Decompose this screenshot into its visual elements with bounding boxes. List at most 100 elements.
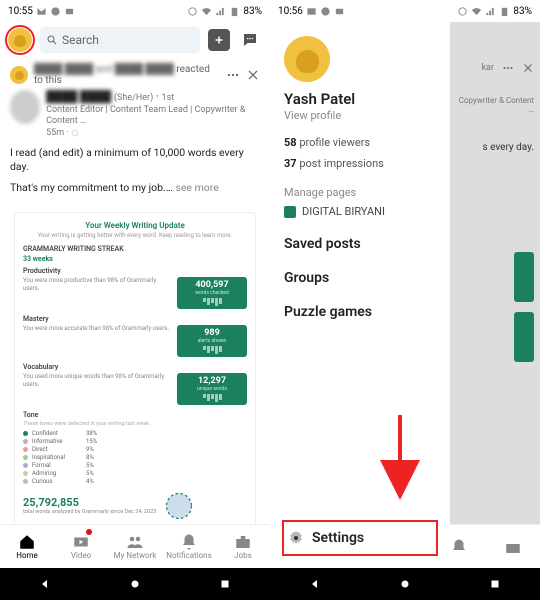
post-text-line2: That's my commitment to my job.… (10, 181, 173, 194)
stat-label: Vocabulary (23, 363, 247, 371)
back-button[interactable] (308, 577, 322, 591)
chat-bubble-icon (241, 31, 259, 49)
back-button[interactable] (38, 577, 52, 591)
streak-value: 33 weeks (23, 255, 247, 263)
search-icon (46, 34, 58, 46)
profile-avatar-button[interactable] (8, 28, 32, 52)
bg-name-frag: kar (481, 63, 494, 73)
tone-row: Inspirational8% (23, 454, 247, 461)
wifi-icon (201, 6, 212, 17)
page-logo-icon (284, 206, 296, 218)
groups-link[interactable]: Groups (284, 270, 436, 286)
briefcase-icon (504, 538, 522, 556)
puzzle-games-link[interactable]: Puzzle games (284, 304, 436, 320)
sync-icon (187, 6, 198, 17)
streak-label: GRAMMARLY WRITING STREAK (23, 245, 247, 253)
tone-label: Tone (23, 411, 247, 419)
nav-video-label: Video (71, 551, 91, 560)
saved-posts-link[interactable]: Saved posts (284, 236, 436, 252)
signal-icon (215, 6, 226, 17)
stat-desc: You were more accurate than 98% of Gramm… (23, 325, 171, 357)
sync-icon (457, 6, 468, 17)
nav-jobs[interactable]: Jobs (216, 525, 270, 568)
author-pronoun: (She/Her) (114, 93, 153, 103)
bell-icon (180, 533, 198, 551)
profile-drawer: Yash Patel View profile 58 profile viewe… (270, 22, 450, 568)
author-name[interactable]: ████ ████ (46, 90, 111, 103)
bg-role: Copywriter & Content … (456, 96, 534, 114)
reaction-notification[interactable]: ████ ████ and ████ ████ reacted to this … (0, 58, 270, 208)
compose-button[interactable] (208, 29, 230, 51)
clock: 10:55 (8, 6, 33, 17)
profile-viewers[interactable]: 58 profile viewers (284, 136, 436, 149)
nav-video[interactable]: Video (54, 525, 108, 568)
recents-button[interactable] (218, 577, 232, 591)
android-nav (0, 568, 270, 600)
bg-widget-sliver (514, 312, 534, 362)
gmail-icon (36, 6, 47, 17)
clock: 10:56 (278, 6, 303, 17)
author-avatar[interactable] (10, 90, 40, 124)
tone-row: Informative15% (23, 438, 247, 445)
see-more-link[interactable]: see more (175, 181, 218, 194)
home-button[interactable] (398, 577, 412, 591)
battery-icon (499, 6, 510, 17)
nav-jobs (486, 525, 540, 568)
view-profile-link[interactable]: View profile (284, 109, 436, 122)
nav-home[interactable]: Home (0, 525, 54, 568)
total-words-num: 25,792,855 (23, 496, 156, 509)
home-icon (18, 533, 36, 551)
top-bar: Search (0, 22, 270, 58)
widget-subtitle: Your writing is getting better with ever… (23, 232, 247, 239)
close-icon[interactable] (246, 68, 260, 82)
drawer-user-name[interactable]: Yash Patel (284, 90, 436, 108)
stat-card: 989alerts shown (177, 325, 247, 357)
recents-button[interactable] (488, 577, 502, 591)
nav-notifications[interactable]: Notifications (162, 525, 216, 568)
search-placeholder: Search (62, 33, 99, 47)
tone-sub: These tones were detected in your writin… (23, 421, 247, 427)
stat-card: 12,297unique words (177, 373, 247, 405)
background-feed: kar Copywriter & Content … s every day. (450, 22, 540, 524)
drawer-avatar[interactable] (284, 36, 330, 82)
status-bar: 10:56 83% (270, 0, 540, 22)
chat-icon (50, 6, 61, 17)
notification-dot (86, 529, 92, 535)
home-button[interactable] (128, 577, 142, 591)
globe-icon (71, 129, 79, 137)
battery-icon (229, 6, 240, 17)
stat-desc: You were more productive than 98% of Gra… (23, 277, 171, 309)
reactor-avatar (10, 66, 28, 84)
nav-network[interactable]: My Network (108, 525, 162, 568)
screenshot-right: 10:56 83% kar Copywriter & Content … s e… (270, 0, 540, 600)
video-icon (72, 533, 90, 551)
search-input[interactable]: Search (40, 27, 200, 53)
tone-row: Formal5% (23, 462, 247, 469)
connection-degree: 1st (162, 93, 175, 103)
page-name: DIGITAL BIRYANI (302, 205, 385, 218)
tone-row: Curious4% (23, 478, 247, 485)
author-role: Content Editor | Content Team Lead | Cop… (46, 105, 260, 128)
battery-pct: 83% (243, 6, 262, 17)
nav-jobs-label: Jobs (234, 551, 252, 560)
feed: ████ ████ and ████ ████ reacted to this … (0, 58, 270, 524)
screenshot-left: 10:55 83% Search ████ ███ (0, 0, 270, 600)
globe-graphic-icon (164, 491, 194, 521)
nav-notif-label: Notifications (166, 551, 211, 560)
more-icon[interactable] (226, 68, 240, 82)
post-impressions[interactable]: 37 post impressions (284, 157, 436, 170)
embedded-image-widget[interactable]: Your Weekly Writing Update Your writing … (14, 212, 256, 524)
stat-label: Mastery (23, 315, 247, 323)
bg-body: s every day. (456, 142, 534, 153)
app-icon (64, 6, 75, 17)
briefcase-icon (234, 533, 252, 551)
gear-icon (288, 530, 304, 546)
plus-icon (213, 34, 225, 46)
status-bar: 10:55 83% (0, 0, 270, 22)
messages-button[interactable] (238, 28, 262, 52)
settings-link[interactable]: Settings (284, 522, 436, 554)
bottom-nav: Home Video My Network Notifications Jobs (0, 524, 270, 568)
settings-label: Settings (312, 530, 364, 546)
managed-page-link[interactable]: DIGITAL BIRYANI (284, 205, 436, 218)
tone-row: Confident38% (23, 430, 247, 437)
